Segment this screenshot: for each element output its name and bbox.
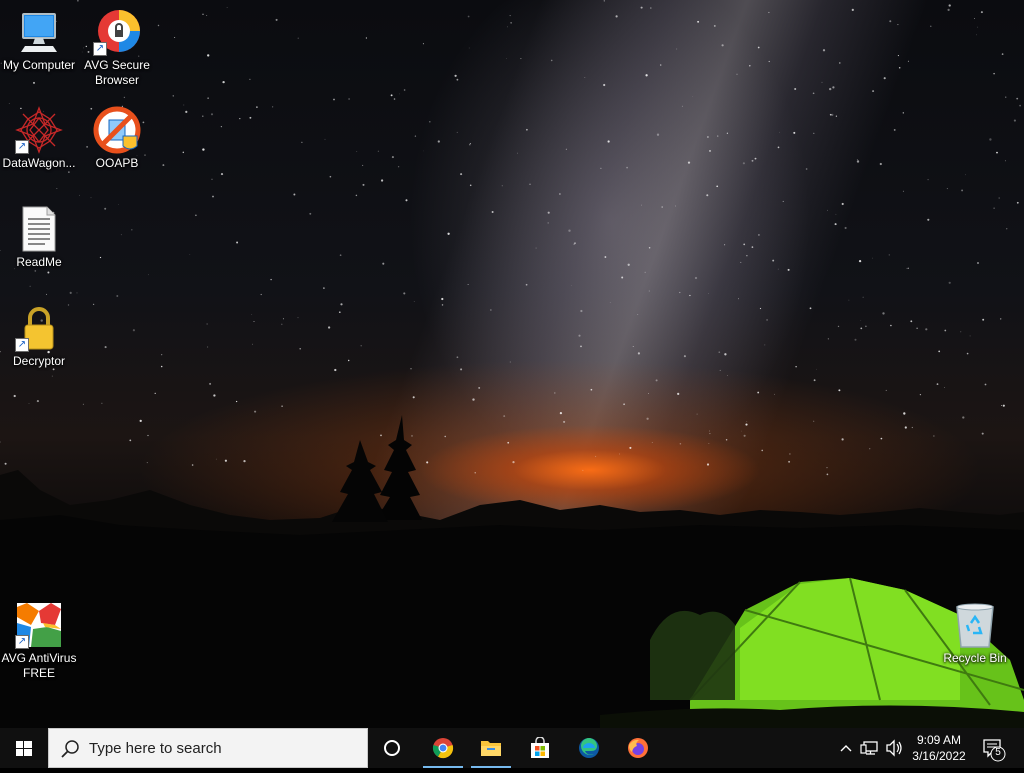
desktop-icon-my-computer[interactable]: My Computer	[0, 8, 78, 73]
padlock-icon: ↗	[15, 304, 63, 352]
taskbar-file-explorer[interactable]	[467, 728, 515, 768]
speaker-icon	[883, 728, 905, 768]
taskbar-firefox[interactable]	[614, 728, 662, 768]
start-button[interactable]	[0, 728, 48, 768]
store-bag-icon	[529, 737, 551, 759]
windows-logo-icon	[0, 728, 48, 768]
clock-date: 3/16/2022	[904, 748, 974, 764]
taskbar-chrome[interactable]	[419, 728, 467, 768]
desktop-icon-datawagon[interactable]: ↗ DataWagon...	[0, 106, 78, 171]
desktop-icon-label: ReadMe	[0, 255, 78, 270]
recycle-bin-icon	[951, 601, 999, 649]
cortana-button[interactable]	[368, 728, 416, 768]
network-icon	[858, 728, 882, 768]
desktop-icon-label: AVG AntiVirus FREE	[0, 651, 78, 681]
desktop-icon-label: My Computer	[0, 58, 78, 73]
taskbar: Type here to search	[0, 728, 1024, 768]
chrome-icon	[432, 737, 454, 759]
network-button[interactable]	[858, 728, 882, 768]
desktop-icon-label: Decryptor	[0, 354, 78, 369]
desktop-icon-label: AVG Secure Browser	[78, 58, 156, 88]
datawagon-icon: ↗	[15, 106, 63, 154]
shortcut-arrow-icon: ↗	[15, 140, 29, 154]
desktop[interactable]: My Computer ↗ AVG Secure Browser	[0, 0, 1024, 728]
desktop-icon-ooapb[interactable]: OOAPB	[78, 106, 156, 171]
shortcut-arrow-icon: ↗	[93, 42, 107, 56]
clock-time: 9:09 AM	[904, 732, 974, 748]
taskbar-microsoft-store[interactable]	[516, 728, 564, 768]
desktop-icon-label: DataWagon...	[0, 156, 78, 171]
monitor-icon	[15, 8, 63, 56]
show-hidden-icons-button[interactable]	[836, 728, 856, 768]
desktop-icon-label: Recycle Bin	[936, 651, 1014, 666]
shortcut-arrow-icon: ↗	[15, 635, 29, 649]
clock[interactable]: 9:09 AM 3/16/2022	[904, 732, 974, 764]
avg-antivirus-icon: ↗	[15, 601, 63, 649]
chevron-up-icon	[836, 728, 856, 768]
desktop-icon-avg-secure-browser[interactable]: ↗ AVG Secure Browser	[78, 8, 156, 88]
taskbar-edge[interactable]	[565, 728, 613, 768]
firefox-icon	[627, 737, 649, 759]
search-icon	[61, 739, 81, 759]
avg-browser-icon: ↗	[93, 8, 141, 56]
notification-center-button[interactable]: 5	[978, 728, 1008, 768]
ooapb-icon	[93, 106, 141, 154]
desktop-icon-decryptor[interactable]: ↗ Decryptor	[0, 304, 78, 369]
cortana-circle-icon	[381, 737, 403, 759]
text-document-icon	[15, 205, 63, 253]
edge-icon	[578, 737, 600, 759]
search-placeholder: Type here to search	[89, 740, 222, 757]
desktop-icon-recycle-bin[interactable]: Recycle Bin	[936, 601, 1014, 666]
shortcut-arrow-icon: ↗	[15, 338, 29, 352]
notification-icon	[978, 728, 1008, 768]
desktop-icon-label: OOAPB	[78, 156, 156, 171]
volume-button[interactable]	[883, 728, 905, 768]
desktop-icon-avg-antivirus[interactable]: ↗ AVG AntiVirus FREE	[0, 601, 78, 681]
notification-count: 5	[994, 747, 1002, 758]
desktop-icon-readme[interactable]: ReadMe	[0, 205, 78, 270]
search-box[interactable]: Type here to search	[48, 728, 368, 768]
folder-icon	[480, 737, 502, 759]
